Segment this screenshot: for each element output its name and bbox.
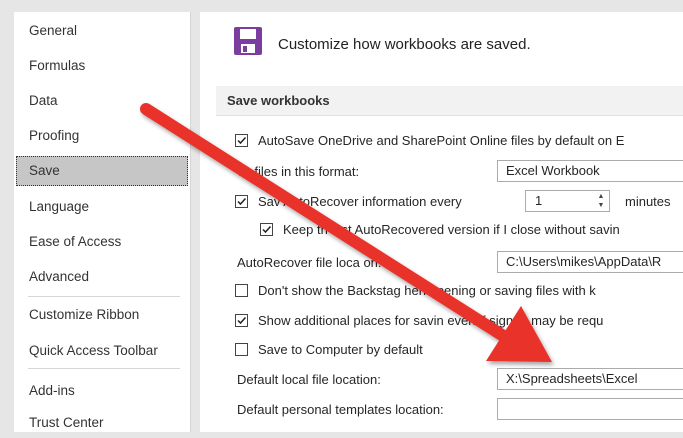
sidebar-item-save[interactable]: Save [16, 156, 188, 186]
backstage-checkbox[interactable] [235, 284, 248, 297]
additional-places-label: Show additional places for savin even if… [258, 313, 604, 328]
keep-last-label: Keep th last AutoRecovered version if I … [283, 222, 620, 237]
autorecover-minutes-value: 1 [535, 193, 543, 208]
autosave-label: AutoSave OneDrive and SharePoint Online … [258, 133, 625, 148]
sidebar-item-advanced[interactable]: Advanced [16, 262, 188, 292]
autorecover-location-label: AutoRecover file loca on: [237, 255, 382, 270]
save-format-dropdown[interactable]: Excel Workbook [497, 160, 683, 182]
autorecover-location-input[interactable]: C:\Users\mikes\AppData\R [497, 251, 683, 273]
save-disk-icon [233, 26, 263, 56]
section-save-workbooks: Save workbooks [216, 86, 683, 116]
autorecover-checkbox[interactable] [235, 195, 248, 208]
sidebar-item-quick-access-toolbar[interactable]: Quick Access Toolbar [16, 336, 188, 366]
sidebar-item-customize-ribbon[interactable]: Customize Ribbon [16, 300, 188, 330]
autorecover-label: Sav AutoRecover information every [258, 194, 462, 209]
sidebar-divider [28, 296, 180, 297]
spin-arrows-icon[interactable]: ▲ ▼ [596, 192, 606, 210]
save-computer-checkbox[interactable] [235, 343, 248, 356]
default-local-input[interactable]: X:\Spreadsheets\Excel [497, 368, 683, 390]
save-format-label: ve files in this format: [237, 164, 360, 179]
autosave-checkbox[interactable] [235, 134, 248, 147]
default-templates-input[interactable] [497, 398, 683, 420]
sidebar-item-trust-center[interactable]: Trust Center [16, 408, 188, 438]
page-title: Customize how workbooks are saved. [278, 36, 531, 53]
sidebar-item-add-ins[interactable]: Add-ins [16, 376, 188, 406]
sidebar-item-ease-of-access[interactable]: Ease of Access [16, 227, 188, 257]
save-options-panel: Customize how workbooks are saved. Save … [200, 12, 683, 432]
sidebar-item-general[interactable]: General [16, 16, 188, 46]
default-local-label: Default local file location: [237, 372, 381, 387]
sidebar-item-data[interactable]: Data [16, 86, 188, 116]
backstage-label: Don't show the Backstag hen opening or s… [258, 283, 596, 298]
save-computer-label: Save to Computer by default [258, 342, 423, 357]
sidebar-item-formulas[interactable]: Formulas [16, 51, 188, 81]
minutes-label: minutes [625, 194, 671, 209]
sidebar-item-language[interactable]: Language [16, 192, 188, 222]
default-templates-label: Default personal templates location: [237, 402, 444, 417]
keep-last-checkbox[interactable] [260, 223, 273, 236]
autorecover-minutes-stepper[interactable]: 1 ▲ ▼ [525, 190, 610, 212]
options-sidebar: General Formulas Data Proofing Save Lang… [14, 12, 191, 432]
additional-places-checkbox[interactable] [235, 314, 248, 327]
sidebar-item-proofing[interactable]: Proofing [16, 121, 188, 151]
sidebar-divider [28, 368, 180, 369]
